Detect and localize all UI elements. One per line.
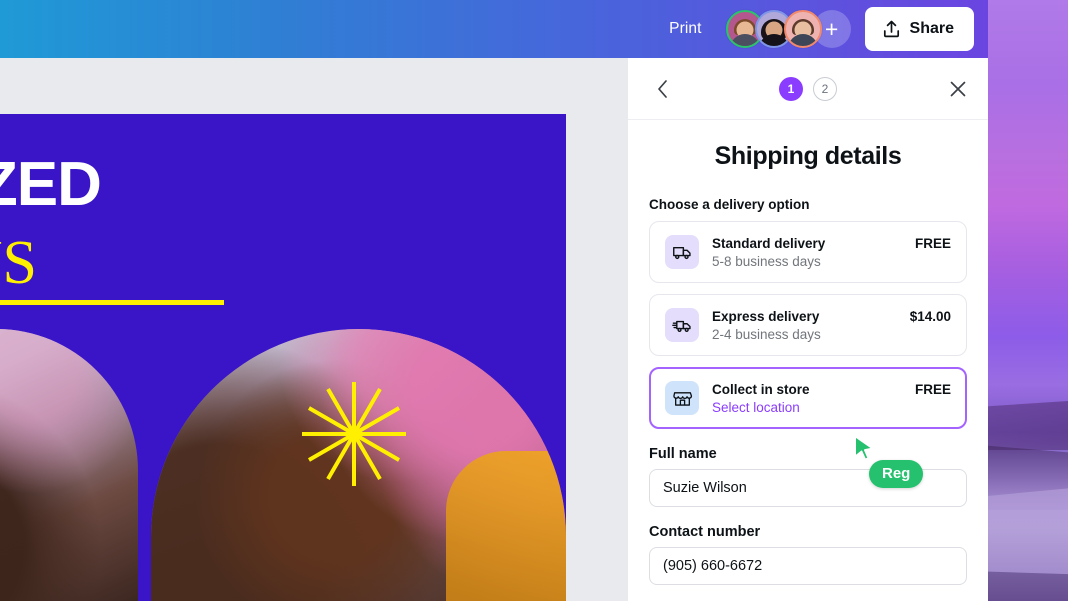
delivery-option-express[interactable]: Express delivery 2-4 business days $14.0…	[649, 294, 967, 356]
share-button[interactable]: Share	[865, 7, 974, 51]
starburst-decoration	[299, 379, 409, 489]
poster-photo-left-image	[0, 329, 138, 601]
delivery-option-title: Collect in store	[712, 382, 902, 397]
print-button[interactable]: Print	[657, 14, 713, 44]
shipping-details-panel: 1 2 Shipping details Choose a delivery o…	[628, 58, 988, 601]
delivery-option-title: Express delivery	[712, 309, 897, 324]
poster-headline-secondary: ONS	[0, 232, 37, 294]
delivery-option-text: Collect in store Select location	[712, 382, 902, 415]
step-2[interactable]: 2	[813, 77, 837, 101]
full-name-field[interactable]	[649, 469, 967, 507]
delivery-option-price: $14.00	[910, 309, 951, 324]
poster-photo-yellow-garment	[446, 451, 566, 601]
express-truck-icon	[665, 308, 699, 342]
delivery-option-text: Express delivery 2-4 business days	[712, 309, 897, 342]
panel-body: Shipping details Choose a delivery optio…	[628, 142, 988, 585]
storefront-icon	[665, 381, 699, 415]
poster-headline-primary: MIZED	[0, 154, 101, 216]
panel-header: 1 2	[628, 58, 988, 120]
contact-number-label: Contact number	[649, 524, 967, 540]
avatar-body	[730, 34, 760, 48]
poster-headline-underline	[0, 300, 224, 305]
delivery-option-text: Standard delivery 5-8 business days	[712, 236, 902, 269]
delivery-option-title: Standard delivery	[712, 236, 902, 251]
select-location-link[interactable]: Select location	[712, 400, 902, 415]
delivery-option-price: FREE	[915, 382, 951, 397]
poster-photo-left-arch	[0, 329, 138, 601]
collaborator-avatars: +	[726, 10, 851, 48]
share-button-label: Share	[910, 20, 954, 38]
poster-photo-group	[0, 329, 566, 601]
avatar[interactable]	[784, 10, 822, 48]
top-toolbar: Print +	[0, 0, 988, 58]
app-root: MIZED ONS Print	[0, 0, 1068, 601]
full-name-label: Full name	[649, 446, 967, 462]
delivery-truck-icon	[665, 235, 699, 269]
delivery-option-collect-in-store[interactable]: Collect in store Select location FREE	[649, 367, 967, 429]
delivery-option-subtitle: 5-8 business days	[712, 254, 902, 269]
step-1[interactable]: 1	[779, 77, 803, 101]
step-indicator: 1 2	[779, 77, 837, 101]
delivery-option-price: FREE	[915, 236, 951, 251]
delivery-option-subtitle: 2-4 business days	[712, 327, 897, 342]
contact-number-field[interactable]	[649, 547, 967, 585]
page-title: Shipping details	[649, 142, 967, 171]
delivery-option-standard[interactable]: Standard delivery 5-8 business days FREE	[649, 221, 967, 283]
chevron-left-icon[interactable]	[648, 75, 676, 103]
close-icon[interactable]	[944, 75, 972, 103]
avatar-body	[788, 34, 818, 48]
design-canvas[interactable]: MIZED ONS	[0, 114, 566, 601]
delivery-section-label: Choose a delivery option	[649, 197, 967, 212]
upload-share-icon	[882, 19, 901, 39]
